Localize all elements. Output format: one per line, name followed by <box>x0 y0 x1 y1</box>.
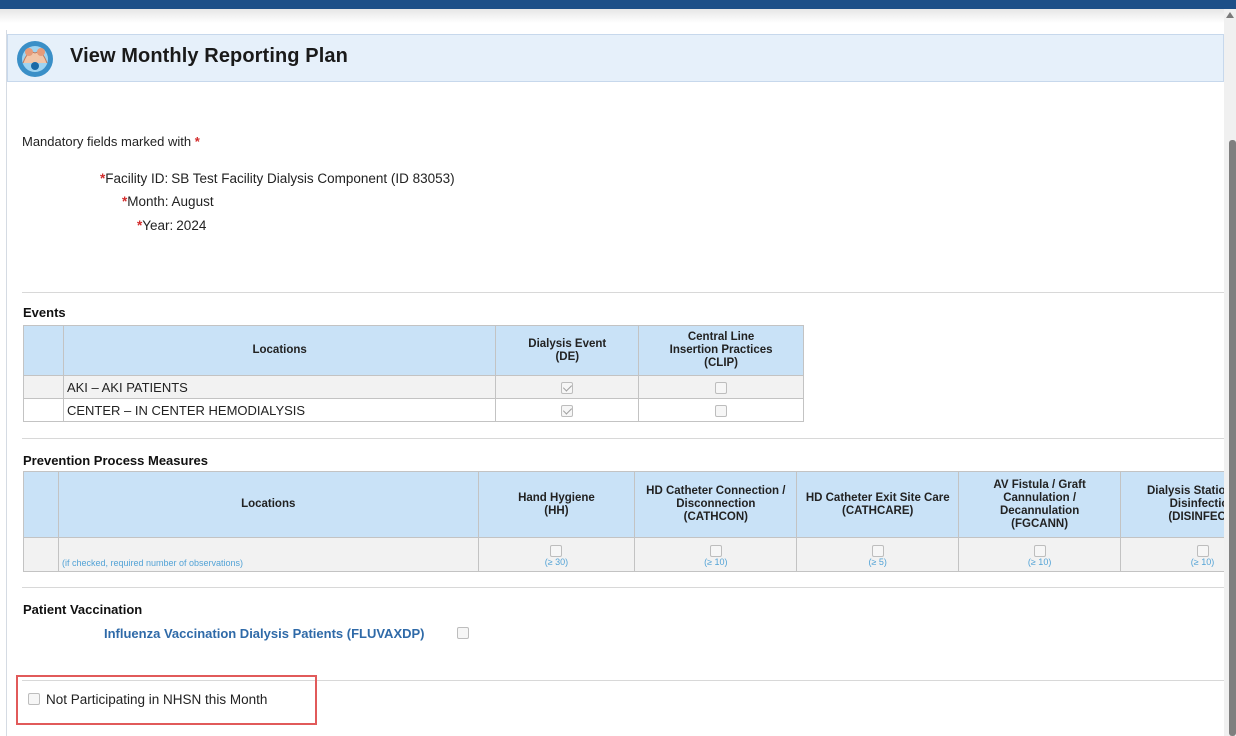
de-cell <box>495 375 640 399</box>
cathcare-header-line1: HD Catheter Exit Site Care <box>805 491 950 504</box>
cathcare-column-header: HD Catheter Exit Site Care (CATHCARE) <box>796 471 960 538</box>
hh-column-header: Hand Hygiene (HH) <box>477 471 636 538</box>
clip-header-line1: Central Line <box>687 331 755 343</box>
cathcon-header-line1: HD Catheter Connection / <box>646 485 786 497</box>
month-value: August <box>171 194 214 209</box>
cathcon-cell: (≥ 10) <box>634 537 798 572</box>
mandatory-note: Mandatory fields marked with * <box>22 134 200 149</box>
page-header: View Monthly Reporting Plan <box>7 34 1224 82</box>
facility-value: SB Test Facility Dialysis Component (ID … <box>171 171 455 186</box>
disinfect-column-header: Dialysis Station Rou Disinfection (DISIN… <box>1120 471 1224 538</box>
cathcon-checkbox[interactable] <box>709 544 722 557</box>
section-divider <box>22 587 1224 588</box>
fgcann-cell: (≥ 10) <box>958 537 1122 572</box>
section-divider <box>22 438 1224 439</box>
hh-header-line1: Hand Hygiene <box>518 491 595 504</box>
hh-requirement: (≥ 30) <box>544 557 569 567</box>
cathcon-header-line3: (CATHCON) <box>683 511 748 523</box>
clip-header-line2: Insertion Practices <box>669 344 773 356</box>
facility-field: *Facility ID: SB Test Facility Dialysis C… <box>100 171 455 186</box>
table-row: (if checked, required number of observat… <box>23 537 1224 572</box>
de-header-line1: Dialysis Event <box>528 337 607 350</box>
nhsn-logo-icon <box>17 41 53 77</box>
location-cell: AKI – AKI PATIENTS <box>62 375 497 399</box>
page-title: View Monthly Reporting Plan <box>70 45 348 67</box>
vaccination-section-title: Patient Vaccination <box>23 602 143 617</box>
cathcare-requirement: (≥ 5) <box>868 557 887 567</box>
locations-header-text: Locations <box>252 344 307 356</box>
table-row: AKI – AKI PATIENTS <box>23 375 804 399</box>
year-field: *Year: 2024 <box>137 218 206 233</box>
row-blank-cell <box>23 375 64 399</box>
clip-checkbox[interactable] <box>715 405 728 418</box>
row-blank-cell <box>23 398 64 422</box>
cathcare-cell: (≥ 5) <box>796 537 960 572</box>
clip-checkbox[interactable] <box>715 382 728 395</box>
observations-note-cell: (if checked, required number of observat… <box>57 537 479 572</box>
banner-shadow <box>0 9 1224 23</box>
location-cell: CENTER – IN CENTER HEMODIALYSIS <box>62 398 497 422</box>
fgcann-column-header: AV Fistula / Graft Cannulation / Decannu… <box>958 471 1122 538</box>
locations-header-text: Locations <box>241 498 296 510</box>
year-label: Year: <box>142 218 174 233</box>
prevention-table: Locations Hand Hygiene (HH) HD Catheter … <box>23 471 1224 572</box>
hh-checkbox[interactable] <box>550 544 563 557</box>
not-participating-label[interactable]: Not Participating in NHSN this Month <box>46 692 267 707</box>
clip-cell <box>638 398 804 422</box>
fgcann-requirement: (≥ 10) <box>1027 557 1052 567</box>
not-participating-checkbox[interactable] <box>28 693 40 705</box>
prevention-section-title: Prevention Process Measures <box>23 453 208 468</box>
prevention-blank-header <box>23 471 59 538</box>
vertical-scrollbar-thumb[interactable] <box>1229 140 1236 736</box>
month-label: Month: <box>127 194 169 209</box>
cathcare-checkbox[interactable] <box>871 544 884 557</box>
cathcare-header-line2: (CATHCARE) <box>842 504 914 517</box>
de-header-line2: (DE) <box>555 350 580 363</box>
hh-cell: (≥ 30) <box>477 537 636 572</box>
year-value: 2024 <box>176 218 207 233</box>
scroll-up-arrow-icon[interactable] <box>1226 12 1234 18</box>
fgcann-header-line3: Decannulation <box>999 504 1080 517</box>
table-row: CENTER – IN CENTER HEMODIALYSIS <box>23 398 804 422</box>
fluvaxdp-link[interactable]: Influenza Vaccination Dialysis Patients … <box>104 626 425 641</box>
fgcann-header-line4: (FGCANN) <box>1011 517 1069 530</box>
de-column-header: Dialysis Event (DE) <box>495 325 640 376</box>
disinfect-checkbox[interactable] <box>1196 544 1209 557</box>
fgcann-checkbox[interactable] <box>1033 544 1046 557</box>
events-locations-header: Locations <box>62 325 497 376</box>
disinfect-header-line2: Disinfection <box>1169 498 1224 510</box>
fgcann-header-line2: Cannulation / <box>1003 491 1077 504</box>
clip-header-line3: (CLIP) <box>704 357 739 369</box>
row-blank-cell <box>23 537 59 572</box>
de-checkbox[interactable] <box>561 382 574 395</box>
de-checkbox[interactable] <box>561 405 574 418</box>
disinfect-requirement: (≥ 10) <box>1190 557 1215 567</box>
cathcon-column-header: HD Catheter Connection / Disconnection (… <box>634 471 798 538</box>
prevention-table-clip: Locations Hand Hygiene (HH) HD Catheter … <box>23 471 1224 574</box>
prevention-header-row: Locations Hand Hygiene (HH) HD Catheter … <box>23 471 1224 538</box>
de-cell <box>495 398 640 422</box>
top-banner-bar <box>0 0 1236 9</box>
disinfect-cell: (≥ 10) <box>1120 537 1224 572</box>
section-divider <box>22 292 1224 293</box>
events-blank-header <box>23 325 64 376</box>
prevention-locations-header: Locations <box>57 471 479 538</box>
clip-column-header: Central Line Insertion Practices (CLIP) <box>638 325 804 376</box>
month-field: *Month: August <box>122 194 214 209</box>
required-star: * <box>194 134 200 149</box>
mandatory-note-text: Mandatory fields marked with <box>22 134 192 149</box>
facility-label: Facility ID: <box>105 171 169 186</box>
disinfect-header-line1: Dialysis Station Rou <box>1146 485 1224 497</box>
clip-cell <box>638 375 804 399</box>
events-table: Locations Dialysis Event (DE) Central Li… <box>23 325 804 422</box>
cathcon-header-line2: Disconnection <box>676 498 756 510</box>
events-header-row: Locations Dialysis Event (DE) Central Li… <box>23 325 804 376</box>
fgcann-header-line1: AV Fistula / Graft <box>993 478 1086 491</box>
fluvaxdp-checkbox[interactable] <box>457 627 469 639</box>
cathcon-requirement: (≥ 10) <box>704 557 728 567</box>
hh-header-line2: (HH) <box>544 504 569 517</box>
disinfect-header-line3: (DISINFECT) <box>1168 511 1224 523</box>
observations-note: (if checked, required number of observat… <box>61 558 244 568</box>
events-section-title: Events <box>23 305 66 320</box>
